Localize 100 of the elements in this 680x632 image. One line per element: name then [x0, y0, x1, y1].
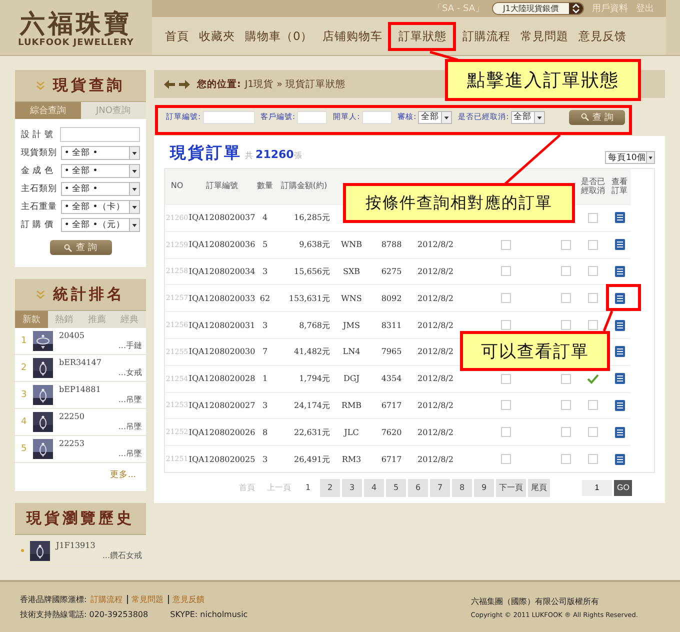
product-code[interactable]: 22250	[59, 412, 142, 421]
document-icon[interactable]	[614, 292, 624, 304]
product-code[interactable]: bER34147	[59, 358, 142, 367]
checkbox[interactable]	[500, 400, 510, 410]
checkbox[interactable]	[500, 266, 510, 276]
product-code[interactable]: bEP14881	[59, 385, 142, 394]
checkbox[interactable]	[588, 212, 598, 223]
product-category: ...女戒	[118, 367, 142, 378]
page-button[interactable]: 3	[342, 478, 362, 497]
checkbox[interactable]	[500, 454, 510, 464]
select-field[interactable]: 全部	[418, 110, 452, 124]
checkbox[interactable]	[588, 427, 598, 438]
document-icon[interactable]	[614, 373, 624, 384]
product-code[interactable]: 20405	[59, 331, 142, 340]
page-button[interactable]: 4	[364, 478, 384, 497]
search-button[interactable]: 查 詢	[569, 110, 625, 124]
caret-icon[interactable]	[129, 219, 139, 231]
page-button[interactable]: 8	[452, 478, 472, 497]
caret-icon[interactable]	[129, 165, 139, 177]
select-field[interactable]: • 全部 •	[61, 182, 140, 196]
checkbox[interactable]	[560, 400, 570, 410]
document-icon[interactable]	[614, 346, 624, 358]
checkbox[interactable]	[500, 320, 510, 330]
checkbox[interactable]	[588, 293, 598, 304]
next-page-button[interactable]: 下一頁	[496, 478, 526, 497]
caret-icon[interactable]	[441, 112, 452, 122]
go-button[interactable]: GO	[614, 480, 632, 496]
hotline-text: 技術支持熱線電話: 020-39253808	[20, 609, 148, 620]
product-code[interactable]: 22253	[59, 439, 142, 448]
document-icon[interactable]	[614, 454, 624, 465]
document-icon[interactable]	[614, 239, 624, 250]
back-arrow-icon[interactable]	[164, 80, 175, 88]
caret-icon[interactable]	[534, 112, 544, 122]
checkbox[interactable]	[500, 374, 510, 384]
nav-item[interactable]: 意見反馈	[573, 28, 632, 44]
table-cell: 15,656元	[275, 258, 333, 284]
nav-item[interactable]: 常見問題	[515, 28, 574, 44]
table-cell: 8092	[370, 284, 413, 312]
nav-item[interactable]: 購物車（0）	[240, 28, 318, 44]
caret-icon[interactable]	[129, 201, 139, 213]
caret-icon[interactable]	[129, 183, 139, 195]
page-button[interactable]: 7	[430, 478, 450, 497]
updown-caret-icon[interactable]	[569, 3, 583, 14]
page-size-select[interactable]: 每頁10個	[605, 151, 655, 164]
last-page-button[interactable]: 尾頁	[528, 478, 550, 497]
select-field[interactable]: • 全部 •	[61, 146, 140, 160]
checkbox[interactable]	[560, 266, 570, 276]
document-icon[interactable]	[614, 320, 624, 331]
forward-arrow-icon[interactable]	[179, 80, 190, 88]
caret-icon[interactable]	[129, 147, 139, 159]
page-button[interactable]: 2	[320, 478, 340, 497]
checkbox[interactable]	[588, 320, 598, 330]
checkbox[interactable]	[588, 266, 598, 276]
table-cell: 1,794元	[275, 364, 333, 392]
input-field[interactable]	[297, 110, 328, 124]
checkbox[interactable]	[560, 293, 570, 304]
select-field[interactable]: • 全部 •	[61, 164, 140, 178]
input-field[interactable]	[202, 110, 255, 124]
page-button[interactable]: 6	[408, 478, 428, 497]
bullet-icon	[21, 549, 24, 552]
checkbox[interactable]	[588, 240, 598, 250]
product-category: ...鑽石女戒	[102, 550, 142, 560]
checkbox[interactable]	[560, 320, 570, 330]
nav-item[interactable]: 收藏夾	[194, 28, 240, 44]
checkbox[interactable]	[560, 240, 570, 250]
price-select[interactable]: J1大陸現貨銀價	[492, 2, 584, 15]
leader-line	[504, 134, 561, 185]
checkbox[interactable]	[500, 293, 510, 304]
document-icon[interactable]	[614, 266, 624, 277]
account-code: 「SA - SA」	[432, 2, 484, 15]
input-field[interactable]	[362, 110, 392, 124]
product-code[interactable]: J1F13913	[56, 540, 142, 550]
more-link[interactable]: 更多...	[110, 463, 146, 491]
table-cell: 3	[255, 311, 275, 338]
caret-icon[interactable]	[646, 152, 654, 163]
nav-item[interactable]: 訂單狀態	[393, 28, 452, 44]
checkbox[interactable]	[588, 454, 598, 464]
document-icon[interactable]	[614, 426, 624, 438]
document-icon[interactable]	[614, 212, 624, 224]
nav-item[interactable]: 訂購流程	[457, 28, 516, 44]
select-field[interactable]: 全部	[510, 110, 545, 124]
nav-item[interactable]: 店铺购物车	[317, 28, 388, 44]
page-input[interactable]: 1	[582, 480, 612, 496]
check-icon[interactable]	[587, 374, 599, 384]
checkbox[interactable]	[560, 454, 570, 464]
nav-item[interactable]: 首頁	[160, 28, 194, 44]
table-cell: WNS	[333, 284, 370, 312]
checkbox[interactable]	[500, 240, 510, 250]
select-field[interactable]: • 全部 •（元）	[61, 218, 140, 232]
checkbox[interactable]	[500, 427, 510, 438]
input-field[interactable]	[60, 127, 140, 142]
checkbox[interactable]	[560, 374, 570, 384]
search-button[interactable]: 查 詢	[50, 240, 112, 255]
select-field[interactable]: • 全部 •（卡）	[61, 200, 140, 214]
checkbox[interactable]	[588, 400, 598, 410]
page-button[interactable]: 9	[474, 478, 494, 497]
document-icon[interactable]	[614, 400, 624, 411]
checkbox[interactable]	[560, 427, 570, 438]
page-button[interactable]: 5	[386, 478, 406, 497]
page-button[interactable]: 1	[298, 478, 318, 497]
